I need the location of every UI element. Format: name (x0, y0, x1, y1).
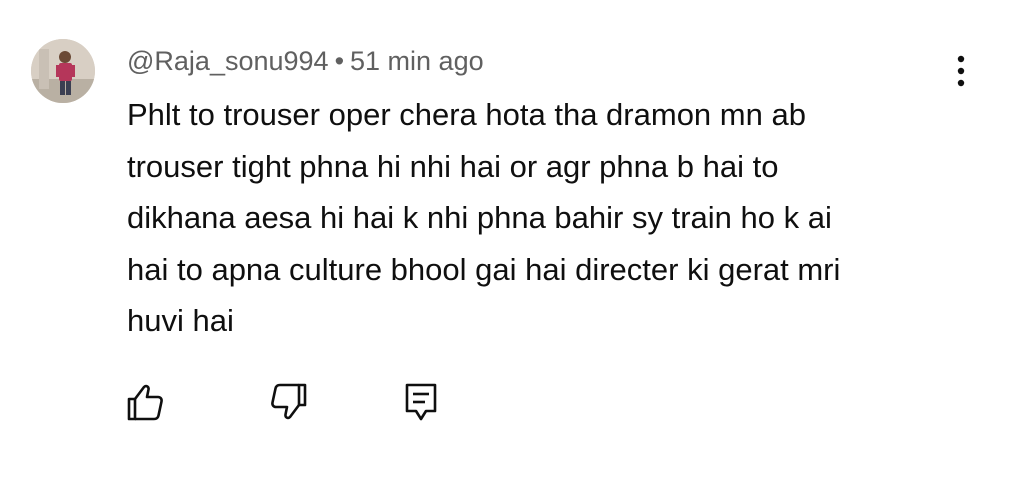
meta-separator: • (334, 46, 345, 76)
more-vert-icon (957, 55, 965, 87)
reply-button[interactable] (400, 381, 442, 423)
comment-timestamp[interactable]: 51 min ago (350, 46, 484, 76)
author-name[interactable]: @Raja_sonu994 (127, 46, 329, 76)
thumbs-up-icon (127, 384, 163, 421)
comment-meta: @Raja_sonu994 • 51 min ago (127, 44, 484, 78)
more-options-button[interactable] (946, 50, 976, 94)
dislike-button[interactable] (268, 381, 310, 423)
like-button[interactable] (124, 381, 166, 423)
thumbs-down-icon (271, 383, 307, 420)
avatar[interactable] (31, 39, 95, 103)
reply-comment-icon (405, 383, 437, 421)
avatar-image (31, 39, 95, 103)
comment-card: @Raja_sonu994 • 51 min ago Phlt to trouser… (0, 0, 1024, 493)
comment-text: Phlt to trouser oper chera hota tha dram… (127, 97, 841, 338)
